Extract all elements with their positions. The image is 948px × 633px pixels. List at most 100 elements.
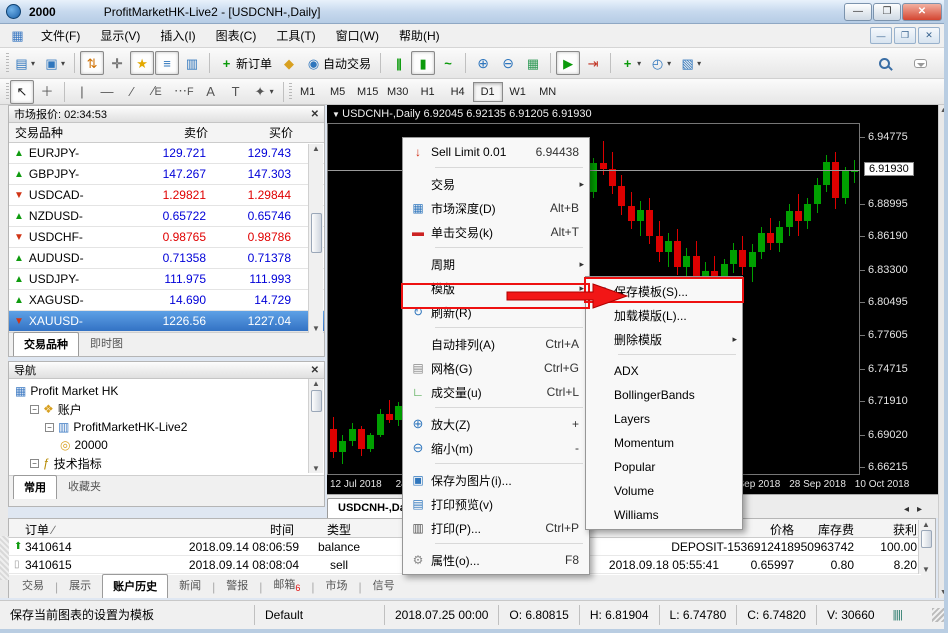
menu-item-adx[interactable]: ADX — [588, 359, 740, 383]
chart-tab-scroll-arrows[interactable]: ◂▸ — [896, 504, 938, 518]
arrows-button[interactable]: ✦▾ — [249, 80, 278, 104]
indicators-button[interactable]: +▾ — [616, 51, 645, 75]
new-chart-button[interactable]: ▤▾ — [10, 51, 39, 75]
line-chart-button[interactable]: ~ — [436, 51, 460, 75]
column-order[interactable]: 订单 ∕ — [25, 521, 54, 538]
navigator-scrollbar[interactable]: ▲▼ — [308, 379, 323, 473]
column-profit[interactable]: 获利 — [859, 521, 917, 538]
periods-button[interactable]: ◴▾ — [646, 51, 675, 75]
market-watch-row[interactable]: ▲NZDUSD-0.657220.65746 — [9, 206, 324, 227]
menu-item-放大-z-[interactable]: ⊕放大(Z)+ — [405, 412, 587, 436]
chart-shift-button[interactable]: ⇥ — [581, 51, 605, 75]
navigator-item[interactable]: −▥ProfitMarketHK-Live2 — [9, 418, 324, 436]
timeframe-w1[interactable]: W1 — [503, 82, 533, 102]
terminal-tab-4[interactable]: 警报 — [215, 573, 259, 598]
menu-item-模版[interactable]: 模版▸ — [405, 276, 587, 300]
menu-item-williams[interactable]: Williams — [588, 503, 740, 527]
menu-item-自动排列-a-[interactable]: 自动排列(A)Ctrl+A — [405, 332, 587, 356]
cursor-tool-button[interactable]: ↖ — [10, 80, 34, 104]
navigator-item[interactable]: −❖账户 — [9, 400, 324, 418]
menu-item-popular[interactable]: Popular — [588, 455, 740, 479]
menu-item-缩小-m-[interactable]: ⊖缩小(m)- — [405, 436, 587, 460]
menubar-item[interactable]: 图表(C) — [206, 25, 267, 47]
timeframe-d1[interactable]: D1 — [473, 82, 503, 102]
timeframe-h4[interactable]: H4 — [443, 82, 473, 102]
market-watch-row[interactable]: ▼XAUUSD-1226.561227.04 — [9, 311, 324, 332]
market-watch-toggle-button[interactable]: ⇅ — [80, 51, 104, 75]
menubar-item[interactable]: 帮助(H) — [389, 25, 450, 47]
bar-chart-button[interactable]: ||| — [386, 51, 410, 75]
candlestick-chart-button[interactable]: ▮ — [411, 51, 435, 75]
menu-item-bollingerbands[interactable]: BollingerBands — [588, 383, 740, 407]
close-icon[interactable]: ✕ — [311, 365, 319, 376]
horizontal-line-button[interactable]: — — [95, 80, 119, 104]
market-watch-scrollbar[interactable]: ▲▼ — [308, 144, 323, 333]
menu-item-交易[interactable]: 交易▸ — [405, 172, 587, 196]
market-watch-row[interactable]: ▲EURJPY-129.721129.743 — [9, 143, 324, 164]
market-watch-tab-1[interactable]: 即时图 — [79, 331, 134, 356]
navigator-tab-0[interactable]: 常用 — [13, 475, 57, 499]
terminal-toggle-button[interactable]: ≡ — [155, 51, 179, 75]
autotrading-button[interactable]: ◉自动交易 — [302, 51, 375, 75]
menubar-item[interactable]: 显示(V) — [90, 25, 150, 47]
menu-item-属性-o-[interactable]: ⚙属性(o)...F8 — [405, 548, 587, 572]
new-order-button[interactable]: +新订单 — [215, 51, 276, 75]
timeframe-m1[interactable]: M1 — [293, 82, 323, 102]
navigator-tab-1[interactable]: 收藏夹 — [57, 474, 112, 499]
column-time[interactable]: 时间 — [209, 521, 294, 538]
timeframe-mn[interactable]: MN — [533, 82, 563, 102]
menu-item-单击交易-k-[interactable]: ▬单击交易(k)Alt+T — [405, 220, 587, 244]
restore-button[interactable]: ❐ — [873, 3, 901, 21]
child-close-button[interactable]: ✕ — [918, 27, 940, 44]
templates-button[interactable]: ▧▾ — [676, 51, 705, 75]
menu-item-保存为图片-i-[interactable]: ▣保存为图片(i)... — [405, 468, 587, 492]
menu-item-layers[interactable]: Layers — [588, 407, 740, 431]
terminal-tab-2[interactable]: 账户历史 — [102, 574, 168, 598]
data-window-button[interactable]: ✛ — [105, 51, 129, 75]
column-swap[interactable]: 库存费 — [799, 521, 854, 538]
tile-windows-button[interactable]: ▦ — [521, 51, 545, 75]
market-watch-row[interactable]: ▼USDCAD-1.298211.29844 — [9, 185, 324, 206]
search-button[interactable] — [872, 51, 896, 75]
child-restore-button[interactable]: ❐ — [894, 27, 916, 44]
market-watch-row[interactable]: ▲AUDUSD-0.713580.71378 — [9, 248, 324, 269]
market-watch-row[interactable]: ▲GBPJPY-147.267147.303 — [9, 164, 324, 185]
channel-button[interactable]: ∕E — [145, 80, 169, 104]
column-type[interactable]: 类型 — [304, 521, 374, 538]
terminal-tab-1[interactable]: 展示 — [58, 573, 102, 598]
collapse-expander-icon[interactable]: − — [30, 459, 39, 468]
terminal-scrollbar[interactable]: ▲▼ — [918, 520, 933, 574]
menu-item-刷新-r-[interactable]: ↻刷新(R) — [405, 300, 587, 324]
timeframe-h1[interactable]: H1 — [413, 82, 443, 102]
trendline-button[interactable]: ∕ — [120, 80, 144, 104]
menu-item-删除模版[interactable]: 删除模版▸ — [588, 327, 740, 351]
menu-item-成交量-u-[interactable]: ∟成交量(u)Ctrl+L — [405, 380, 587, 404]
terminal-tab-0[interactable]: 交易 — [11, 573, 55, 598]
collapse-expander-icon[interactable]: − — [45, 423, 54, 432]
market-watch-row[interactable]: ▼USDCHF-0.987650.98786 — [9, 227, 324, 248]
crosshair-tool-button[interactable]: ＋ — [35, 80, 59, 104]
market-watch-row[interactable]: ▲USDJPY-111.975111.993 — [9, 269, 324, 290]
navigator-item[interactable]: ▦Profit Market HK — [9, 382, 324, 400]
menubar-item[interactable]: 文件(F) — [31, 25, 90, 47]
market-watch-tab-0[interactable]: 交易品种 — [13, 332, 79, 356]
fibonacci-button[interactable]: ⋯F — [170, 80, 198, 104]
profiles-button[interactable]: ▣▾ — [40, 51, 69, 75]
navigator-item[interactable]: ◎20000 — [9, 436, 324, 454]
strategy-tester-button[interactable]: ▥ — [180, 51, 204, 75]
menu-item-sell-limit-0-01[interactable]: ↓Sell Limit 0.016.94438 — [405, 140, 587, 164]
collapse-expander-icon[interactable]: − — [30, 405, 39, 414]
menu-item-打印预览-v-[interactable]: ▤打印预览(v) — [405, 492, 587, 516]
close-button[interactable]: ✕ — [902, 3, 942, 21]
timeframe-m5[interactable]: M5 — [323, 82, 353, 102]
terminal-tab-3[interactable]: 新闻 — [168, 573, 212, 598]
text-label-button[interactable]: T — [224, 80, 248, 104]
chat-button[interactable] — [908, 51, 932, 75]
terminal-tab-5[interactable]: 邮箱6 — [262, 572, 311, 598]
auto-scroll-button[interactable]: ▶ — [556, 51, 580, 75]
menubar-item[interactable]: 插入(I) — [150, 25, 205, 47]
zoom-out-button[interactable]: ⊖ — [496, 51, 520, 75]
menu-item-周期[interactable]: 周期▸ — [405, 252, 587, 276]
zoom-in-button[interactable]: ⊕ — [471, 51, 495, 75]
menu-item-保存模板-s-[interactable]: ▧保存模板(S)... — [588, 279, 740, 303]
